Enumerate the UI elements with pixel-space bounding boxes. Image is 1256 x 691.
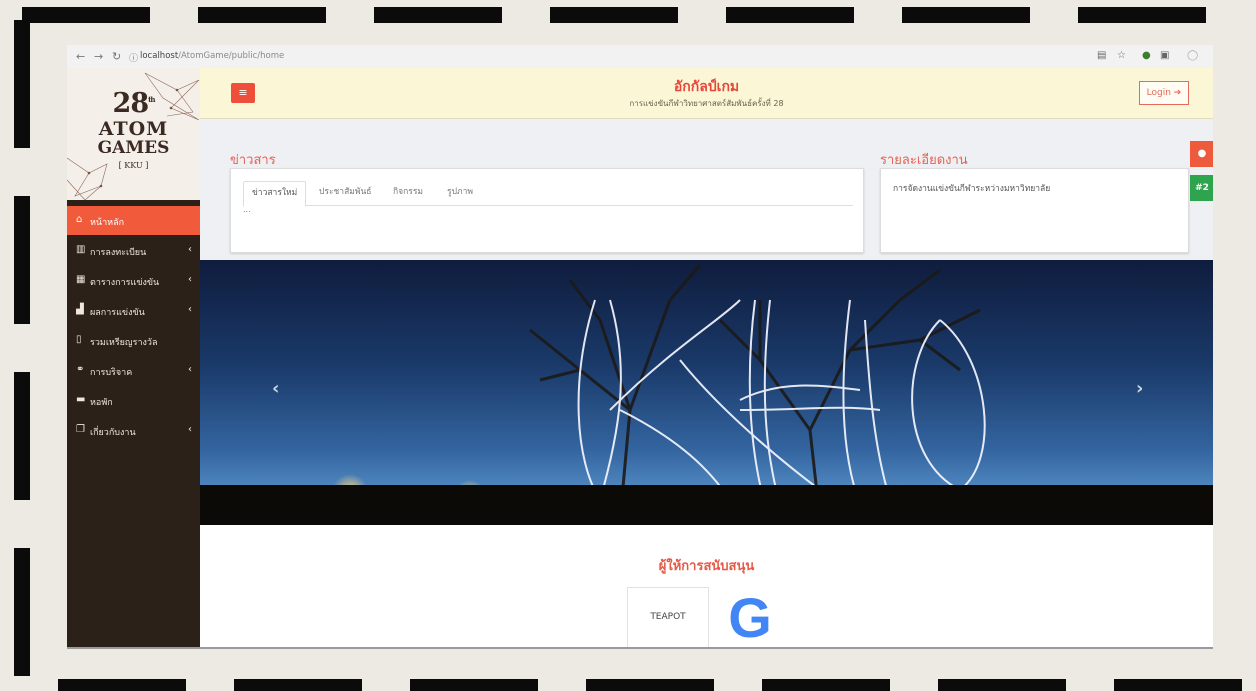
reload-icon[interactable]: ↻ <box>112 50 121 63</box>
frame-dash-bottom-5 <box>762 679 890 691</box>
tab-photos[interactable]: รูปภาพ <box>439 181 481 205</box>
sidebar-item-results[interactable]: ▟ ผลการแข่งขัน ‹ <box>67 296 200 325</box>
drop-icon[interactable]: ● <box>1190 141 1213 167</box>
browser-toolbar: ← → ↻ ⓘ localhost/AtomGame/public/home ▤… <box>67 45 1213 69</box>
chevron-left-icon: ‹ <box>188 274 192 285</box>
floating-hashtag-button[interactable]: #2 <box>1190 175 1213 201</box>
translate-icon[interactable]: ▤ <box>1097 50 1106 61</box>
chevron-left-icon: ‹ <box>188 304 192 315</box>
site-header: ≡ อักกัลป์เกม การแข่งขันกีฬาวิทยาศาสตร์ส… <box>200 68 1213 119</box>
window-icon: ❐ <box>76 424 85 435</box>
address-bar[interactable]: localhost/AtomGame/public/home <box>140 51 284 61</box>
sidebar-item-label: หอพัก <box>90 398 113 408</box>
logo-number: 28 <box>112 88 150 119</box>
back-icon[interactable]: ← <box>76 50 85 63</box>
sidebar: 28th ATOM GAMES [ KKU ] ⌂ หน้าหลัก ▥ การ… <box>67 68 200 647</box>
frame-dash-top-2 <box>198 7 326 23</box>
carousel-ground <box>200 485 1213 525</box>
browser-window: ← → ↻ ⓘ localhost/AtomGame/public/home ▤… <box>67 45 1213 649</box>
sidebar-item-schedule[interactable]: ▦ ตารางการแข่งขัน ‹ <box>67 266 200 295</box>
logo-line2: GAMES <box>97 138 170 158</box>
sponsor-teapot-label: TEAPOT <box>650 612 686 622</box>
frame-dash-top-1 <box>22 7 150 23</box>
profile-icon[interactable]: ◯ <box>1187 50 1198 61</box>
sidebar-item-registration[interactable]: ▥ การลงทะเบียน ‹ <box>67 236 200 265</box>
url-path: /AtomGame/public/home <box>178 51 285 61</box>
sidebar-item-label: ตารางการแข่งขัน <box>90 278 160 288</box>
info-icon[interactable]: ⓘ <box>129 51 138 64</box>
url-host: localhost <box>140 51 179 61</box>
login-button[interactable]: Login ➔ <box>1139 81 1189 105</box>
frame-dash-top-6 <box>902 7 1030 23</box>
site-title: อักกัลป์เกม <box>673 79 740 95</box>
frame-dash-top-7 <box>1078 7 1206 23</box>
login-label: Login <box>1146 88 1171 98</box>
frame-dash-left-4 <box>14 548 30 676</box>
sidebar-item-label: เกี่ยวกับงาน <box>90 428 136 438</box>
logo-line1: ATOM <box>98 118 169 140</box>
extension-icon[interactable]: ● <box>1142 50 1151 61</box>
news-section: ข่าวสาร รายละเอียดงาน ข่าวสารใหม่ ประชาส… <box>200 119 1213 260</box>
frame-dash-top-4 <box>550 7 678 23</box>
handshake-icon: ⚭ <box>76 364 85 375</box>
frame-dash-left-2 <box>14 196 30 324</box>
sidebar-item-donation[interactable]: ⚭ การบริจาค ‹ <box>67 356 200 385</box>
sidebar-item-label: การบริจาค <box>90 368 133 378</box>
details-text: การจัดงานแข่งขันกีฬาระหว่างมหาวิทยาลัย <box>893 184 1051 194</box>
bed-icon: ▬ <box>76 394 86 405</box>
details-title: รายละเอียดงาน <box>880 153 968 168</box>
frame-dash-left-1 <box>14 20 30 148</box>
sidebar-item-dormitory[interactable]: ▬ หอพัก <box>67 386 200 415</box>
podium-icon: ▟ <box>76 304 84 315</box>
star-icon[interactable]: ☆ <box>1117 50 1126 61</box>
carousel-prev-icon[interactable]: ‹ <box>272 378 279 399</box>
chevron-left-icon: ‹ <box>188 364 192 375</box>
google-logo-icon: G <box>728 586 772 649</box>
home-icon: ⌂ <box>76 214 83 225</box>
frame-dash-bottom-3 <box>410 679 538 691</box>
frame-dash-bottom-6 <box>938 679 1066 691</box>
logo-tag: [ KKU ] <box>118 161 149 170</box>
extension-icon-2[interactable]: ▣ <box>1160 50 1169 61</box>
frame-dash-top-5 <box>726 7 854 23</box>
chevron-left-icon: ‹ <box>188 244 192 255</box>
news-tabs: ข่าวสารใหม่ ประชาสัมพันธ์ กิจกรรม รูปภาพ <box>243 181 853 207</box>
login-icon: ➔ <box>1170 88 1182 98</box>
logo-superscript: th <box>148 95 155 104</box>
sponsor-google[interactable]: G <box>710 586 790 649</box>
sidebar-item-medals[interactable]: ▯ รวมเหรียญรางวัล <box>67 326 200 355</box>
carousel-next-icon[interactable]: › <box>1136 378 1143 399</box>
news-card: ข่าวสารใหม่ ประชาสัมพันธ์ กิจกรรม รูปภาพ… <box>230 168 864 253</box>
table-icon: ▦ <box>76 274 86 285</box>
logo: 28th ATOM GAMES [ KKU ] <box>67 68 200 200</box>
sponsor-title: ผู้ให้การสนับสนุน <box>658 559 755 574</box>
news-title: ข่าวสาร <box>230 153 276 168</box>
bank-icon: ▥ <box>76 244 86 255</box>
frame-dash-top-3 <box>374 7 502 23</box>
details-card: การจัดงานแข่งขันกีฬาระหว่างมหาวิทยาลัย <box>880 168 1189 253</box>
sidebar-item-label: ผลการแข่งขัน <box>90 308 145 318</box>
sidebar-item-label: การลงทะเบียน <box>90 248 147 258</box>
frame-dash-bottom-4 <box>586 679 714 691</box>
news-body: ... <box>243 205 251 214</box>
tab-latest-news[interactable]: ข่าวสารใหม่ <box>243 181 307 207</box>
hero-carousel: ‹ › <box>200 260 1213 525</box>
tab-announcements[interactable]: ประชาสัมพันธ์ <box>311 181 379 205</box>
sponsor-teapot[interactable]: TEAPOT <box>627 587 709 647</box>
bookmark-icon: ▯ <box>76 334 82 345</box>
frame-dash-bottom-2 <box>234 679 362 691</box>
sponsor-section: ผู้ให้การสนับสนุน TEAPOT G <box>200 525 1213 647</box>
sidebar-item-about[interactable]: ❐ เกี่ยวกับงาน ‹ <box>67 416 200 445</box>
frame-dash-bottom-7 <box>1114 679 1242 691</box>
sidebar-item-label: รวมเหรียญรางวัล <box>90 338 158 348</box>
sidebar-item-label: หน้าหลัก <box>90 218 125 228</box>
frame-dash-left-3 <box>14 372 30 500</box>
sidebar-item-home[interactable]: ⌂ หน้าหลัก <box>67 206 200 235</box>
frame-dash-bottom-1 <box>58 679 186 691</box>
site-subtitle: การแข่งขันกีฬาวิทยาศาสตร์สัมพันธ์ครั้งที… <box>629 99 784 108</box>
tab-activities[interactable]: กิจกรรม <box>385 181 431 205</box>
chevron-left-icon: ‹ <box>188 424 192 435</box>
forward-icon[interactable]: → <box>94 50 103 63</box>
